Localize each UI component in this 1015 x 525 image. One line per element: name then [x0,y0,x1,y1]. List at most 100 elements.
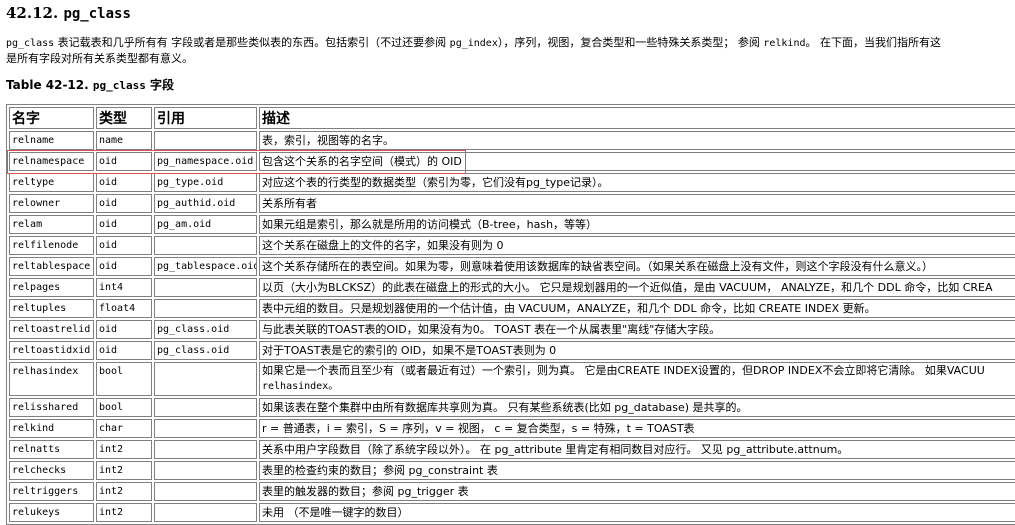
cell-desc: 以页（大小为BLCKSZ）的此表在磁盘上的形式的大小。 它只是规划器用的一个近似… [259,278,1015,297]
header-ref: 引用 [154,107,257,129]
cell-desc-line-2: relhasindex。 [262,381,339,392]
table-row: reltuples float4 表中元组的数目。只是规划器使用的一个估计值，由 V… [9,299,1015,318]
table-body: relname name 表，索引，视图等的名字。 relnamespace oid pg… [9,131,1015,522]
cell-ref [154,461,257,480]
cell-ref [154,482,257,501]
caption-name: pg_class [92,79,146,92]
table-row: reltablespace oid pg_tablespace.oid 这个关系存储所… [9,257,1015,276]
cell-type: oid [96,194,152,213]
cell-desc: 表中元组的数目。只是规划器使用的一个估计值，由 VACUUM，ANALYZE，和… [259,299,1015,318]
cell-name: relnamespace [9,152,94,171]
table-row: relpages int4 以页（大小为BLCKSZ）的此表在磁盘上的形式的大小。 … [9,278,1015,297]
cell-desc: 表里的触发器的数目；参阅 pg_trigger 表 [259,482,1015,501]
cell-desc: 如果它是一个表而且至少有（或者最近有过）一个索引，则为真。 它是由CREATE … [259,362,1015,396]
cell-name: relhasindex [9,362,94,396]
cell-type: bool [96,398,152,417]
cell-type: int4 [96,278,152,297]
cell-ref[interactable]: pg_authid.oid [154,194,257,213]
cell-name: relnatts [9,440,94,459]
table-row: relchecks int2 表里的检查约束的数目；参阅 pg_constraint… [9,461,1015,480]
cell-type: char [96,419,152,438]
table-row: relnatts int2 关系中用户字段数目（除了系统字段以外）。 在 pg_at… [9,440,1015,459]
header-desc: 描述 [259,107,1015,129]
cell-ref [154,503,257,522]
cell-ref [154,362,257,396]
cell-ref[interactable]: pg_class.oid [154,320,257,339]
intro-code-pg-class: pg_class [6,38,55,49]
cell-name: relchecks [9,461,94,480]
cell-type: int2 [96,482,152,501]
cell-type: oid [96,320,152,339]
pg-class-columns-table: 名字 类型 引用 描述 relname name 表，索引，视图等的名字。 relna… [6,104,1015,525]
cell-name: reltype [9,173,94,192]
cell-type: int2 [96,440,152,459]
header-type: 类型 [96,107,152,129]
table-row: relfilenode oid 这个关系在磁盘上的文件的名字，如果没有则为 0 [9,236,1015,255]
table-row: reltype oid pg_type.oid 对应这个表的行类型的数据类型（索引为零… [9,173,1015,192]
intro-text-1: 表记载表和几乎所有有 字段或者是那些类似表的东西。包括索引（不过还要参阅 [54,36,450,49]
cell-name: reltoastidxid [9,341,94,360]
intro-text-3: 。 在下面，当我们指所有这 [805,36,942,49]
cell-type: oid [96,173,152,192]
cell-ref[interactable]: pg_tablespace.oid [154,257,257,276]
cell-name: reltuples [9,299,94,318]
cell-type: int2 [96,461,152,480]
cell-name: reltriggers [9,482,94,501]
table-row: reltriggers int2 表里的触发器的数目；参阅 pg_trigger 表 [9,482,1015,501]
cell-name: reltablespace [9,257,94,276]
cell-desc: 关系中用户字段数目（除了系统字段以外）。 在 pg_attribute 里肯定有… [259,440,1015,459]
cell-name: relkind [9,419,94,438]
section-number: 42.12. [6,4,59,22]
header-name: 名字 [9,107,94,129]
cell-desc: 表，索引，视图等的名字。 [259,131,1015,150]
cell-desc: 对应这个表的行类型的数据类型（索引为零，它们没有pg_type记录）。 [259,173,1015,192]
section-title: 42.12. pg_class [6,4,131,22]
cell-ref[interactable]: pg_am.oid [154,215,257,234]
cell-ref[interactable]: pg_type.oid [154,173,257,192]
table-caption: Table 42-12. pg_class 字段 [6,76,174,93]
cell-name: relname [9,131,94,150]
cell-desc: 包含这个关系的名字空间（模式）的 OID [259,152,1015,171]
cell-desc: r = 普通表，i = 索引，S = 序列，v = 视图， c = 复合类型，s… [259,419,1015,438]
cell-type: int2 [96,503,152,522]
cell-name: relukeys [9,503,94,522]
table-row: relkind char r = 普通表，i = 索引，S = 序列，v = 视图，… [9,419,1015,438]
cell-ref[interactable]: pg_namespace.oid [154,152,257,171]
cell-desc: 如果该表在整个集群中由所有数据库共享则为真。 只有某些系统表(比如 pg_dat… [259,398,1015,417]
cell-type: oid [96,152,152,171]
intro-paragraph: pg_class 表记载表和几乎所有有 字段或者是那些类似表的东西。包括索引（不… [6,35,1015,66]
cell-desc: 如果元组是索引，那么就是所用的访问模式（B-tree，hash，等等） [259,215,1015,234]
cell-desc: 关系所有者 [259,194,1015,213]
cell-type: oid [96,257,152,276]
table-header-row: 名字 类型 引用 描述 [9,107,1015,129]
cell-name: relisshared [9,398,94,417]
table-row: relisshared bool 如果该表在整个集群中由所有数据库共享则为真。 只有… [9,398,1015,417]
table-row: relhasindex bool 如果它是一个表而且至少有（或者最近有过）一个索引，… [9,362,1015,396]
cell-name: relpages [9,278,94,297]
intro-line-1: pg_class 表记载表和几乎所有有 字段或者是那些类似表的东西。包括索引（不… [6,35,1015,51]
cell-type: oid [96,236,152,255]
cell-ref [154,299,257,318]
table-row: relukeys int2 未用 （不是唯一键字的数目） [9,503,1015,522]
intro-line-2: 是所有字段对所有关系类型都有意义。 [6,52,193,65]
cell-desc: 与此表关联的TOAST表的OID，如果没有为0。 TOAST 表在一个从属表里"… [259,320,1015,339]
intro-code-relkind: relkind [763,38,806,49]
cell-desc: 这个关系存储所在的表空间。如果为零，则意味着使用该数据库的缺省表空间。（如果关系… [259,257,1015,276]
intro-text-2: ），序列，视图，复合类型和一些特殊关系类型； 参阅 [497,36,764,49]
table-row: relnamespace oid pg_namespace.oid 包含这个关系的名字… [9,152,1015,171]
cell-name: reltoastrelid [9,320,94,339]
intro-link-pg-index[interactable]: pg_index [450,38,498,49]
cell-type: name [96,131,152,150]
cell-desc-line-1: 如果它是一个表而且至少有（或者最近有过）一个索引，则为真。 它是由CREATE … [262,364,985,377]
cell-type: oid [96,215,152,234]
table-row: reltoastidxid oid pg_class.oid 对于TOAST表是它的索… [9,341,1015,360]
table-row: reltoastrelid oid pg_class.oid 与此表关联的TOAST表… [9,320,1015,339]
cell-type: bool [96,362,152,396]
cell-ref[interactable]: pg_class.oid [154,341,257,360]
table-row: relam oid pg_am.oid 如果元组是索引，那么就是所用的访问模式（B-t… [9,215,1015,234]
cell-desc: 对于TOAST表是它的索引的 OID，如果不是TOAST表则为 0 [259,341,1015,360]
cell-desc: 这个关系在磁盘上的文件的名字，如果没有则为 0 [259,236,1015,255]
table-row: relname name 表，索引，视图等的名字。 [9,131,1015,150]
caption-prefix: Table 42-12. [6,78,93,92]
cell-name: relfilenode [9,236,94,255]
